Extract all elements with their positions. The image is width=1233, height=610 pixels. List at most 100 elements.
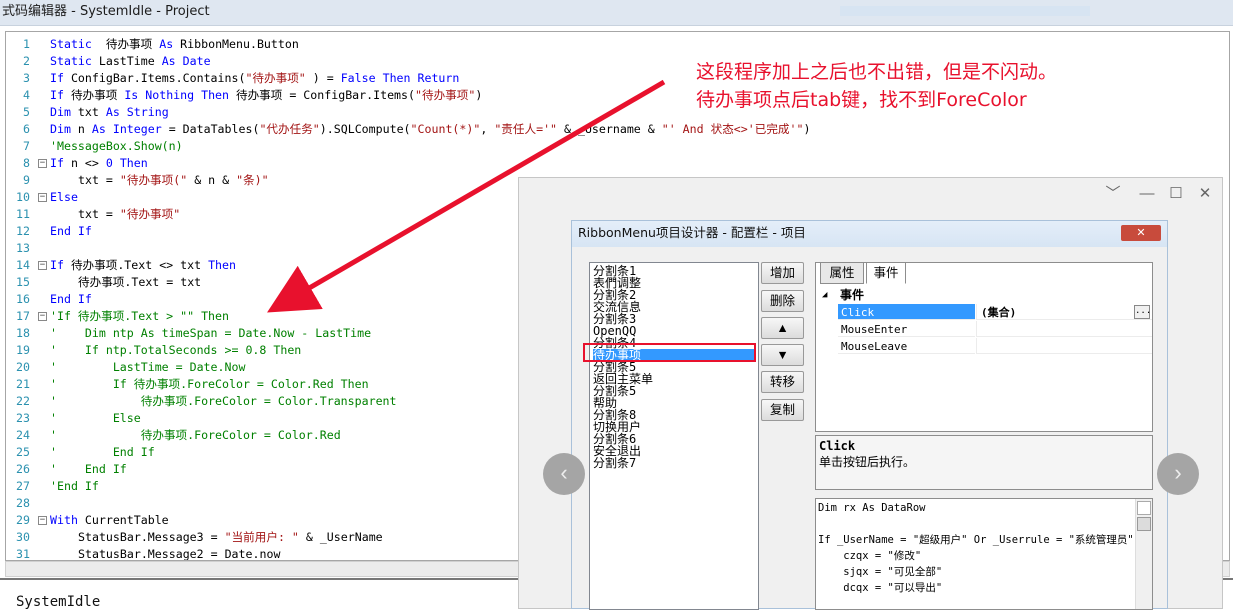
line-number: 26 bbox=[16, 462, 30, 476]
property-tabs: 属性 事件 ◢ 事件 Click (集合)... MouseEnter MouseLe… bbox=[815, 262, 1153, 432]
viewer-prev-icon[interactable]: ‹ bbox=[543, 453, 585, 495]
line-number: 23 bbox=[16, 411, 30, 425]
code-text: 'If 待办事项.Text > "" Then bbox=[50, 309, 229, 323]
event-row-click[interactable]: Click (集合)... bbox=[816, 304, 1152, 321]
property-grid: ◢ 事件 Click (集合)... MouseEnter MouseLeave bbox=[816, 285, 1152, 429]
event-row-mouseleave[interactable]: MouseLeave bbox=[816, 338, 1152, 355]
annotation-line-1: 这段程序加上之后也不出错，但是不闪动。 bbox=[696, 61, 1058, 83]
event-code-line: sjqx = "可见全部" bbox=[818, 566, 943, 578]
code-text: StatusBar.Message2 = Date.now bbox=[78, 547, 281, 561]
code-text: 'MessageBox.Show(n) bbox=[50, 139, 183, 153]
event-row-mouseenter[interactable]: MouseEnter bbox=[816, 321, 1152, 338]
event-code-line: czqx = "修改" bbox=[818, 550, 922, 562]
code-line[interactable]: 1 Static 待办事项 As RibbonMenu.Button bbox=[6, 36, 1206, 53]
scroll-up-arrow[interactable] bbox=[1137, 501, 1151, 515]
event-code-line: dcqx = "可以导出" bbox=[818, 582, 943, 594]
code-text: If 待办事项.Text <> txt Then bbox=[50, 258, 236, 272]
line-number: 28 bbox=[16, 496, 30, 510]
fold-toggle-icon[interactable]: − bbox=[38, 312, 47, 321]
code-line[interactable]: 7 'MessageBox.Show(n) bbox=[6, 138, 1206, 155]
line-number: 16 bbox=[16, 292, 30, 306]
line-number: 9 bbox=[23, 173, 30, 187]
line-number: 13 bbox=[16, 241, 30, 255]
line-number: 10 bbox=[16, 190, 30, 204]
transfer-button[interactable]: 转移 bbox=[761, 371, 804, 393]
scroll-thumb[interactable] bbox=[1137, 517, 1151, 531]
add-button[interactable]: 增加 bbox=[761, 262, 804, 284]
collapse-icon[interactable]: ◢ bbox=[822, 287, 827, 304]
line-number: 4 bbox=[23, 88, 30, 102]
description-title: Click bbox=[819, 439, 856, 453]
title-glare bbox=[840, 6, 1090, 16]
viewer-close-icon[interactable]: ✕ bbox=[1194, 184, 1216, 204]
category-row[interactable]: ◢ 事件 bbox=[816, 287, 1152, 304]
code-line[interactable]: 6 Dim n As Integer = DataTables("代办任务").S… bbox=[6, 121, 1206, 138]
tab-properties[interactable]: 属性 bbox=[820, 262, 864, 284]
ribbon-designer-dialog: RibbonMenu项目设计器 - 配置栏 - 项目 ✕ 分割条1 表們调整 分割条… bbox=[571, 220, 1168, 610]
line-number: 11 bbox=[16, 207, 30, 221]
code-text: Static 待办事项 As RibbonMenu.Button bbox=[50, 37, 299, 51]
code-text: If ConfigBar.Items.Contains("待办事项" ) = F… bbox=[50, 71, 460, 85]
viewer-toolbar: ﹀ — ☐ ✕ bbox=[519, 178, 1222, 210]
code-line[interactable]: 8− If n <> 0 Then bbox=[6, 155, 1206, 172]
event-code-box[interactable]: Dim rx As DataRow If _UserName = "超级用户" O… bbox=[815, 498, 1153, 610]
code-text: End If bbox=[50, 292, 92, 306]
annotation-line-2: 待办事项点后tab键，找不到ForeColor bbox=[696, 89, 1027, 111]
event-value[interactable] bbox=[976, 338, 1152, 354]
code-text: If n <> 0 Then bbox=[50, 156, 148, 170]
line-number: 31 bbox=[16, 547, 30, 561]
code-text: Else bbox=[50, 190, 78, 204]
code-text: ' Else bbox=[50, 411, 141, 425]
delete-button[interactable]: 删除 bbox=[761, 290, 804, 312]
code-text: ' Dim ntp As timeSpan = Date.Now - LastT… bbox=[50, 326, 372, 340]
line-number: 30 bbox=[16, 530, 30, 544]
code-text: txt = "待办事项(" & n & "条)" bbox=[78, 173, 269, 187]
line-number: 7 bbox=[23, 139, 30, 153]
category-label: 事件 bbox=[840, 288, 865, 302]
event-value[interactable] bbox=[976, 321, 1152, 337]
fold-toggle-icon[interactable]: − bbox=[38, 193, 47, 202]
code-text: ' End If bbox=[50, 462, 127, 476]
ellipsis-button[interactable]: ... bbox=[1134, 305, 1151, 319]
fold-toggle-icon[interactable]: − bbox=[38, 516, 47, 525]
fold-toggle-icon[interactable]: − bbox=[38, 159, 47, 168]
copy-button[interactable]: 复制 bbox=[761, 399, 804, 421]
code-vertical-scrollbar[interactable] bbox=[1135, 499, 1152, 609]
viewer-next-icon[interactable]: › bbox=[1157, 453, 1199, 495]
move-up-button[interactable]: ▲ bbox=[761, 317, 804, 339]
line-number: 20 bbox=[16, 360, 30, 374]
event-name: Click bbox=[838, 304, 975, 320]
line-number: 15 bbox=[16, 275, 30, 289]
line-number: 25 bbox=[16, 445, 30, 459]
event-code-line: If _UserName = "超级用户" Or _Userrule = "系统… bbox=[818, 534, 1134, 546]
code-text: End If bbox=[50, 224, 92, 238]
fold-toggle-icon[interactable]: − bbox=[38, 261, 47, 270]
line-number: 18 bbox=[16, 326, 30, 340]
code-text: StatusBar.Message3 = "当前用户: " & _UserNam… bbox=[78, 530, 383, 544]
annotation-text: 这段程序加上之后也不出错，但是不闪动。 待办事项点后tab键，找不到ForeCo… bbox=[696, 58, 1116, 114]
viewer-maximize-icon[interactable]: ☐ bbox=[1165, 184, 1187, 204]
description-text: 单击按钮后执行。 bbox=[819, 455, 916, 469]
output-text: SystemIdle bbox=[16, 594, 101, 610]
dialog-title-text: RibbonMenu项目设计器 - 配置栏 - 项目 bbox=[578, 225, 806, 240]
code-text: If 待办事项 Is Nothing Then 待办事项 = ConfigBar… bbox=[50, 88, 483, 102]
move-down-button[interactable]: ▼ bbox=[761, 344, 804, 366]
line-number: 22 bbox=[16, 394, 30, 408]
code-text: With CurrentTable bbox=[50, 513, 169, 527]
list-item[interactable]: 分割条7 bbox=[593, 457, 636, 470]
viewer-minimize-icon[interactable]: — bbox=[1136, 184, 1158, 204]
code-text: txt = "待办事项" bbox=[78, 207, 181, 221]
window-titlebar: 式码编辑器 - SystemIdle - Project bbox=[0, 0, 1233, 26]
code-text: ' If ntp.TotalSeconds >= 0.8 Then bbox=[50, 343, 302, 357]
dialog-close-button[interactable]: ✕ bbox=[1121, 225, 1161, 241]
tab-events[interactable]: 事件 bbox=[866, 262, 906, 284]
code-text: 待办事项.Text = txt bbox=[78, 275, 202, 289]
line-number: 21 bbox=[16, 377, 30, 391]
code-text: Dim n As Integer = DataTables("代办任务").SQ… bbox=[50, 122, 811, 136]
code-text: Static LastTime As Date bbox=[50, 54, 211, 68]
viewer-collapse-icon[interactable]: ﹀ bbox=[1102, 184, 1124, 204]
line-number: 8 bbox=[23, 156, 30, 170]
event-value[interactable]: (集合) bbox=[976, 304, 1152, 320]
item-listbox[interactable]: 分割条1 表們调整 分割条2 交流信息 分割条3 OpenQQ 分割条4 待办事项 分割条5 返回… bbox=[589, 262, 759, 610]
code-text: Dim txt As String bbox=[50, 105, 169, 119]
